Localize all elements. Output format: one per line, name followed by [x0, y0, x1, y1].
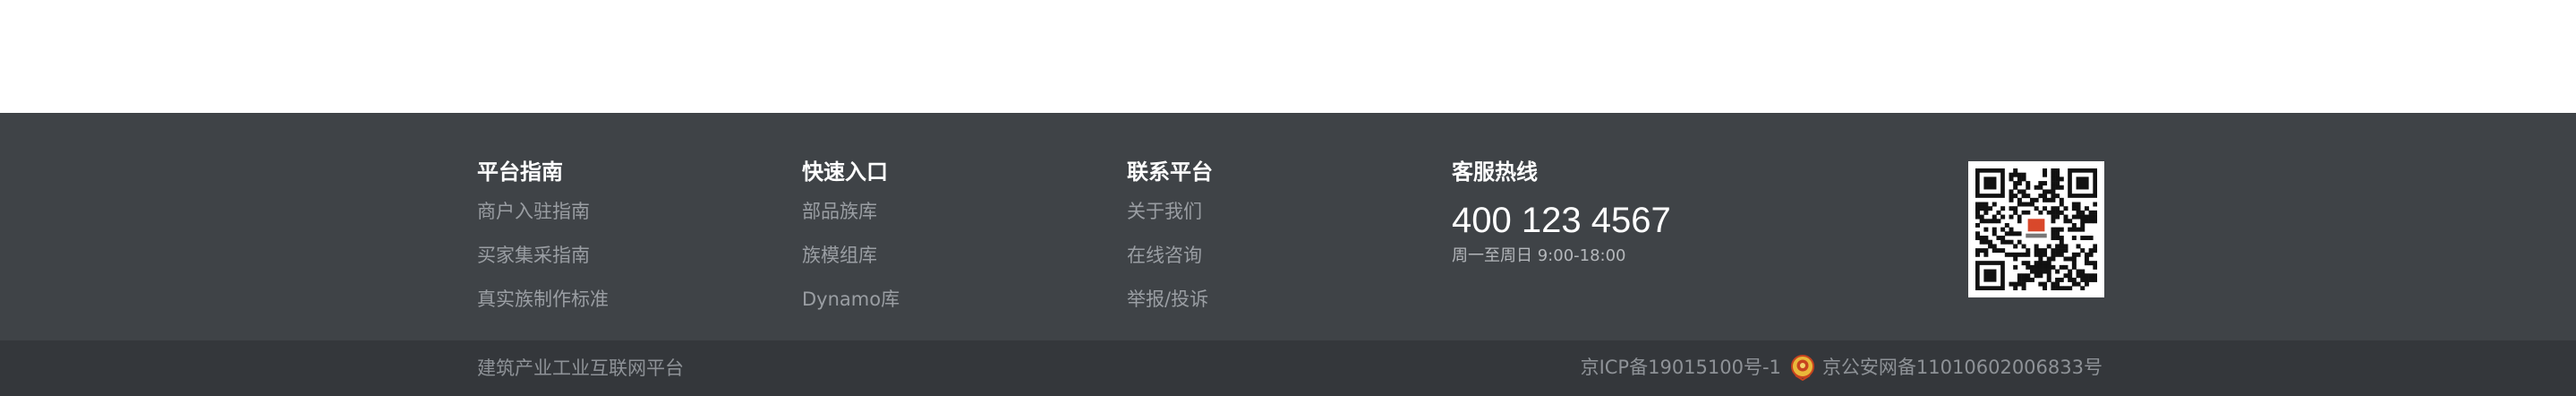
footer-column-quick-entry: 快速入口 部品族库 族模组库 Dynamo库	[802, 158, 900, 331]
link-online-consult[interactable]: 在线咨询	[1127, 243, 1213, 268]
hotline-number: 400 123 4567	[1452, 201, 1671, 240]
platform-name: 建筑产业工业互联网平台	[477, 357, 684, 379]
column-title: 联系平台	[1127, 159, 1213, 185]
link-parts-library[interactable]: 部品族库	[802, 199, 900, 224]
column-title: 平台指南	[477, 159, 563, 185]
hotline-title: 客服热线	[1452, 159, 1538, 185]
footer-column-platform-guide: 平台指南 商户入驻指南 买家集采指南 真实族制作标准	[477, 158, 609, 331]
blank-content-area	[0, 0, 2576, 113]
police-badge-icon	[1790, 354, 1815, 382]
police-record-link[interactable]: 京公安网备11010602006833号	[1822, 354, 2103, 381]
link-module-library[interactable]: 族模组库	[802, 243, 900, 268]
icp-record-link[interactable]: 京ICP备19015100号-1	[1581, 354, 1781, 381]
hotline-hours: 周一至周日 9:00-18:00	[1452, 246, 1626, 265]
link-about-us[interactable]: 关于我们	[1127, 199, 1213, 224]
record-info: 京ICP备19015100号-1 京公安网备11010602006833号	[1581, 354, 2103, 382]
link-report-complaint[interactable]: 举报/投诉	[1127, 287, 1213, 312]
column-title: 快速入口	[802, 159, 888, 185]
footer-column-contact: 联系平台 关于我们 在线咨询 举报/投诉	[1127, 158, 1213, 331]
page: 平台指南 商户入驻指南 买家集采指南 真实族制作标准 快速入口 部品族库 族模组…	[0, 0, 2576, 396]
qr-code-icon	[1968, 161, 2104, 297]
link-dynamo-library[interactable]: Dynamo库	[802, 287, 900, 312]
link-merchant-guide[interactable]: 商户入驻指南	[477, 199, 609, 224]
qr-code-graphic	[1975, 168, 2097, 290]
site-footer: 平台指南 商户入驻指南 买家集采指南 真实族制作标准 快速入口 部品族库 族模组…	[0, 113, 2576, 340]
bottom-bar: 建筑产业工业互联网平台 京ICP备19015100号-1 京公安网备110106…	[0, 340, 2576, 396]
footer-column-hotline: 客服热线 400 123 4567 周一至周日 9:00-18:00	[1452, 158, 1671, 267]
link-family-standard[interactable]: 真实族制作标准	[477, 287, 609, 312]
link-buyer-guide[interactable]: 买家集采指南	[477, 243, 609, 268]
